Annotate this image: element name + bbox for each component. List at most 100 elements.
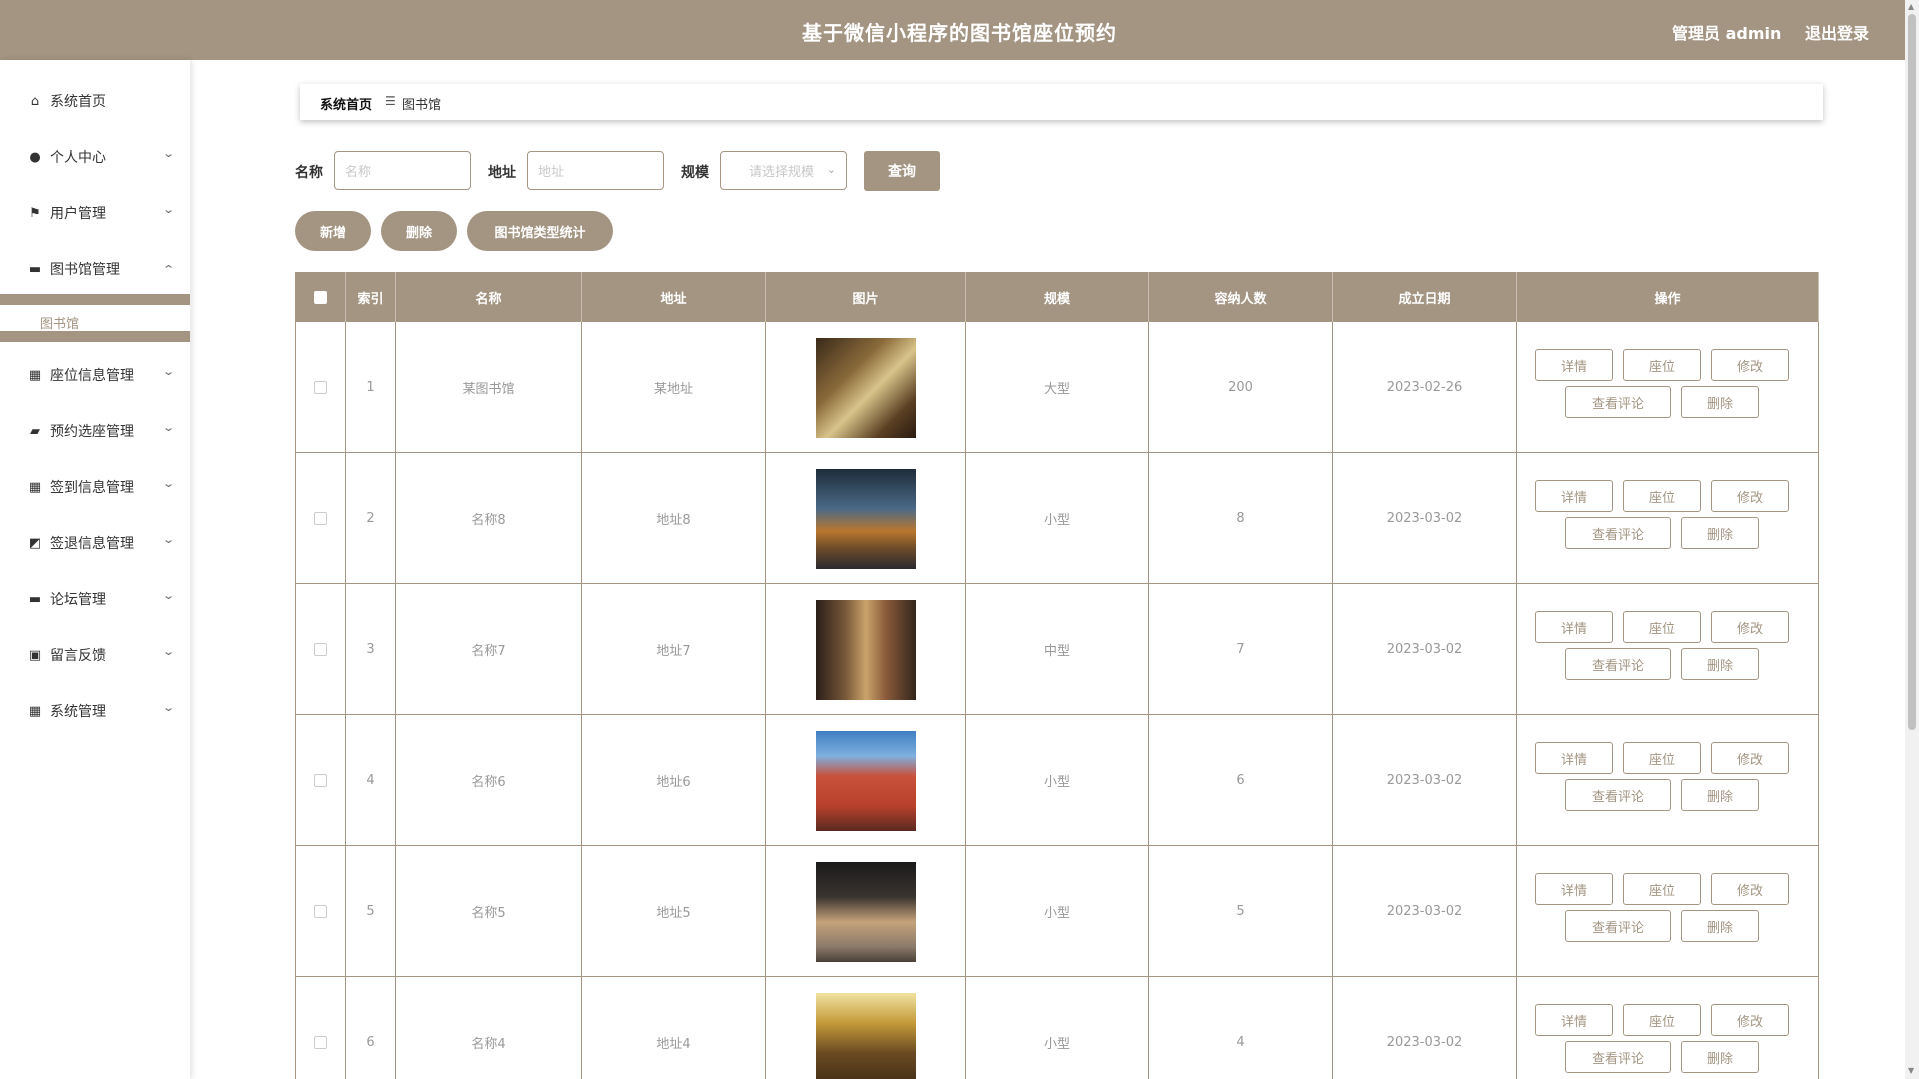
seat-button[interactable]: 座位 [1623, 742, 1701, 774]
row-checkbox[interactable] [314, 643, 327, 656]
sidebar-item-seats[interactable]: ▦ 座位信息管理 ⌄ [0, 347, 190, 403]
edit-button[interactable]: 修改 [1711, 349, 1789, 381]
cell-scale: 小型 [966, 846, 1149, 977]
row-delete-button[interactable]: 删除 [1681, 517, 1759, 549]
edit-button[interactable]: 修改 [1711, 1004, 1789, 1036]
delete-button[interactable]: 删除 [381, 211, 457, 251]
view-comments-button[interactable]: 查看评论 [1565, 517, 1671, 549]
query-button[interactable]: 查询 [864, 151, 940, 191]
address-search-input[interactable]: 地址 [527, 151, 664, 190]
row-delete-button[interactable]: 删除 [1681, 386, 1759, 418]
cell-actions: 详情 座位 修改查看评论 删除 [1517, 453, 1819, 584]
scale-select[interactable]: 请选择规模 ⌄ [720, 151, 847, 190]
column-header-scale: 规模 [966, 272, 1149, 322]
chevron-down-icon: ⌄ [162, 365, 176, 378]
cell-actions: 详情 座位 修改查看评论 删除 [1517, 846, 1819, 977]
view-comments-button[interactable]: 查看评论 [1565, 779, 1671, 811]
sidebar-item-checkin[interactable]: ▦ 签到信息管理 ⌄ [0, 459, 190, 515]
seat-button[interactable]: 座位 [1623, 873, 1701, 905]
detail-button[interactable]: 详情 [1535, 480, 1613, 512]
row-checkbox[interactable] [314, 774, 327, 787]
detail-button[interactable]: 详情 [1535, 611, 1613, 643]
library-photo[interactable] [815, 730, 916, 831]
cell-capacity: 6 [1149, 715, 1333, 846]
library-photo[interactable] [815, 599, 916, 700]
flag-icon: ⚑ [29, 205, 41, 221]
table-row: 3 名称7 地址7 中型 7 2023-03-02 详情 座位 修改 查看评论 删除 [296, 584, 1819, 715]
name-placeholder: 名称 [345, 165, 372, 180]
seat-button[interactable]: 座位 [1623, 1004, 1701, 1036]
cell-image [766, 584, 966, 715]
submenu-divider-top [0, 294, 190, 305]
seat-button[interactable]: 座位 [1623, 349, 1701, 381]
row-select-cell [296, 453, 346, 584]
app-title: 基于微信小程序的图书馆座位预约 [802, 21, 1117, 45]
cell-date: 2023-03-02 [1333, 584, 1517, 715]
edit-button[interactable]: 修改 [1711, 742, 1789, 774]
cell-date: 2023-03-02 [1333, 715, 1517, 846]
table-row: 1 某图书馆 某地址 大型 200 2023-02-26 详情 座位 修改 查看评论 删除 [296, 322, 1819, 453]
row-delete-button[interactable]: 删除 [1681, 1041, 1759, 1073]
edit-button[interactable]: 修改 [1711, 480, 1789, 512]
row-delete-button[interactable]: 删除 [1681, 910, 1759, 942]
table-row: 6 名称4 地址4 小型 4 2023-03-02 详情 座位 修改 查看评论 删除 [296, 977, 1819, 1079]
seat-button[interactable]: 座位 [1623, 611, 1701, 643]
cell-date: 2023-03-02 [1333, 453, 1517, 584]
edit-button[interactable]: 修改 [1711, 611, 1789, 643]
name-search-input[interactable]: 名称 [334, 151, 471, 190]
view-comments-button[interactable]: 查看评论 [1565, 648, 1671, 680]
sidebar-item-forum[interactable]: ▬ 论坛管理 ⌄ [0, 571, 190, 627]
row-delete-button[interactable]: 删除 [1681, 779, 1759, 811]
sidebar-item-library[interactable]: ▬ 图书馆管理 ⌃ [0, 241, 190, 297]
sidebar-item-checkout[interactable]: ◩ 签退信息管理 ⌄ [0, 515, 190, 571]
cell-image [766, 322, 966, 453]
view-comments-button[interactable]: 查看评论 [1565, 386, 1671, 418]
sidebar-item-system[interactable]: ▦ 系统管理 ⌄ [0, 683, 190, 739]
table-row: 2 名称8 地址8 小型 8 2023-03-02 详情 座位 修改 查看评论 删除 [296, 453, 1819, 584]
library-photo[interactable] [815, 992, 916, 1079]
detail-button[interactable]: 详情 [1535, 873, 1613, 905]
sidebar: ⌂ 系统首页 ● 个人中心 ⌄ ⚑ 用户管理 ⌄ ▬ 图书馆管理 ⌃ 图书馆 ▦… [0, 60, 190, 1079]
cell-date: 2023-03-02 [1333, 977, 1517, 1079]
cell-image [766, 846, 966, 977]
scroll-up-icon[interactable]: ▲ [1908, 2, 1914, 11]
cell-name: 名称4 [396, 977, 582, 1079]
add-button[interactable]: 新增 [295, 211, 371, 251]
breadcrumb-home[interactable]: 系统首页 [320, 94, 372, 113]
sidebar-item-reservations[interactable]: ▰ 预约选座管理 ⌄ [0, 403, 190, 459]
detail-button[interactable]: 详情 [1535, 1004, 1613, 1036]
library-photo[interactable] [815, 337, 916, 438]
scale-placeholder: 请选择规模 [749, 165, 815, 180]
grid-icon: ▦ [28, 703, 42, 719]
page-scrollbar[interactable]: ▲ ▼ [1905, 0, 1919, 1079]
library-table: 索引 名称 地址 图片 规模 容纳人数 成立日期 操作 1 某图书馆 某地址 大型 20… [295, 272, 1819, 1079]
select-all-checkbox[interactable] [314, 290, 327, 304]
sidebar-item-feedback[interactable]: ▣ 留言反馈 ⌄ [0, 627, 190, 683]
edit-button[interactable]: 修改 [1711, 873, 1789, 905]
logout-link[interactable]: 退出登录 [1805, 20, 1869, 44]
library-photo[interactable] [815, 861, 916, 962]
sidebar-item-label: 系统管理 [50, 704, 106, 720]
view-comments-button[interactable]: 查看评论 [1565, 910, 1671, 942]
row-checkbox[interactable] [314, 1036, 327, 1049]
view-comments-button[interactable]: 查看评论 [1565, 1041, 1671, 1073]
grid-icon: ▦ [28, 367, 42, 383]
row-checkbox[interactable] [314, 512, 327, 525]
sidebar-item-label: 论坛管理 [50, 592, 106, 608]
detail-button[interactable]: 详情 [1535, 742, 1613, 774]
cell-scale: 中型 [966, 584, 1149, 715]
sidebar-item-home[interactable]: ⌂ 系统首页 [0, 73, 190, 129]
detail-button[interactable]: 详情 [1535, 349, 1613, 381]
row-checkbox[interactable] [314, 905, 327, 918]
scrollbar-thumb[interactable] [1908, 14, 1916, 730]
sidebar-item-personal[interactable]: ● 个人中心 ⌄ [0, 129, 190, 185]
scroll-down-icon[interactable]: ▼ [1908, 1066, 1914, 1075]
row-checkbox[interactable] [314, 381, 327, 394]
cell-scale: 大型 [966, 322, 1149, 453]
library-photo[interactable] [815, 468, 916, 569]
library-type-stats-button[interactable]: 图书馆类型统计 [467, 211, 613, 251]
sidebar-item-users[interactable]: ⚑ 用户管理 ⌄ [0, 185, 190, 241]
row-delete-button[interactable]: 删除 [1681, 648, 1759, 680]
seat-button[interactable]: 座位 [1623, 480, 1701, 512]
sidebar-item-label: 用户管理 [50, 206, 106, 222]
